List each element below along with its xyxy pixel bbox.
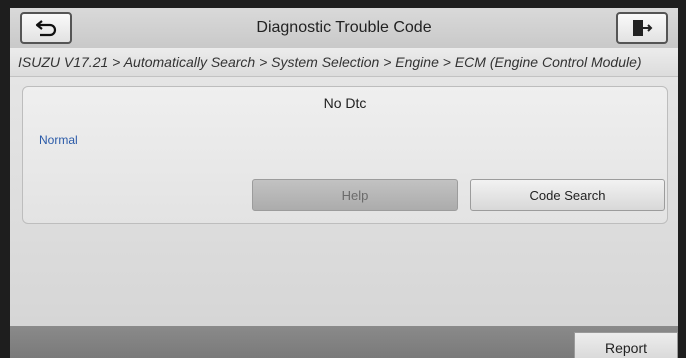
breadcrumb: ISUZU V17.21 > Automatically Search > Sy… (10, 48, 678, 77)
help-button[interactable]: Help (252, 179, 458, 211)
title-bar: Diagnostic Trouble Code (10, 8, 678, 49)
page-title: Diagnostic Trouble Code (256, 19, 432, 36)
status-text: Normal (39, 133, 78, 147)
app-screen: Diagnostic Trouble Code ISUZU V17.21 > A… (10, 8, 678, 358)
report-button[interactable]: Report (574, 332, 678, 358)
breadcrumb-text: ISUZU V17.21 > Automatically Search > Sy… (18, 54, 642, 70)
exit-door-icon (633, 20, 653, 36)
code-search-button[interactable]: Code Search (470, 179, 665, 211)
bottom-toolbar: Report (10, 326, 678, 358)
exit-button[interactable] (616, 12, 668, 44)
dtc-result-panel: No Dtc Normal Help Code Search (22, 86, 668, 224)
dtc-message: No Dtc (323, 95, 367, 111)
